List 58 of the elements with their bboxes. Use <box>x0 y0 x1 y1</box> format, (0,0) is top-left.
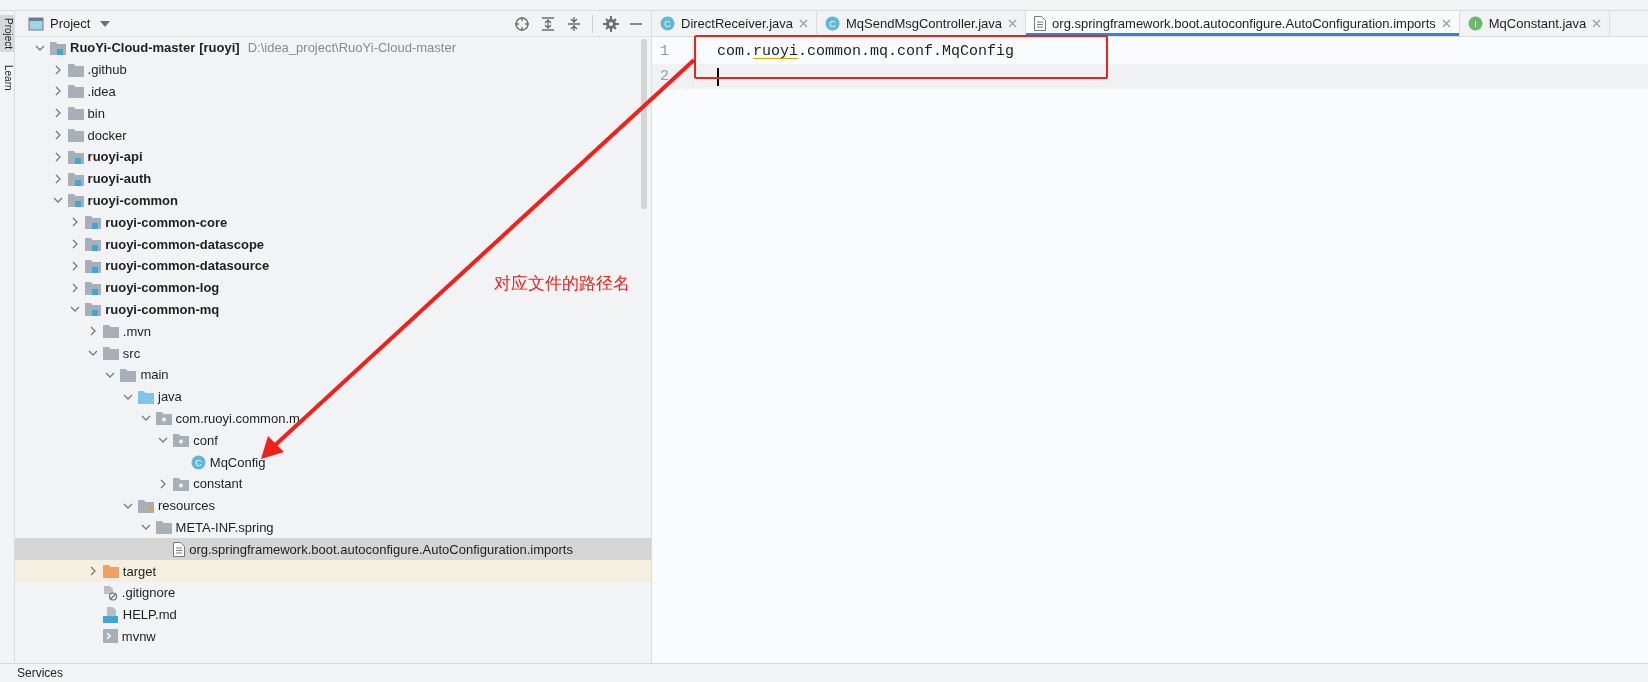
tree-item-label: mvnw <box>121 628 156 644</box>
tree-item[interactable]: target <box>15 560 651 582</box>
class-icon: C <box>190 454 206 470</box>
class-icon: I <box>1467 16 1483 31</box>
locate-icon[interactable] <box>514 15 530 32</box>
tree-item-label: ruoyi-auth <box>87 171 152 187</box>
line-number: 2 <box>652 64 693 89</box>
editor-tab[interactable]: C DirectReceiver.java <box>652 11 817 36</box>
tree-item-label: MqConfig <box>209 454 266 470</box>
tree-item-label: com.ruoyi.common.m <box>175 410 300 426</box>
class-icon: C <box>825 16 840 31</box>
tree-item-label: ruoyi-common-core <box>105 214 228 230</box>
close-icon[interactable] <box>1441 19 1451 28</box>
editor-tab[interactable]: org.springframework.boot.autoconfigure.AutoConfiguration.imports <box>1026 11 1460 36</box>
tool-window-tab[interactable]: Learn <box>0 62 14 94</box>
tree-item-label: HELP.md <box>122 607 177 623</box>
project-path: D:\idea_project\RuoYi-Cloud-master <box>247 40 456 56</box>
expand-all-icon[interactable] <box>540 15 556 32</box>
tree-item-label: ruoyi-common-datascope <box>105 236 265 252</box>
tree-item-label: ruoyi-common-datasource <box>105 258 270 274</box>
tree-item-label: ruoyi-common-mq <box>105 301 220 317</box>
tree-item-label: META-INF.spring <box>175 519 274 535</box>
tree-item-label: java <box>158 389 182 405</box>
tree-item-label: ruoyi-common <box>87 192 178 208</box>
tree-item-label: constant <box>193 476 243 492</box>
text-cursor <box>717 67 719 86</box>
panel-view-icon <box>28 16 44 31</box>
tree-item-label: target <box>122 563 157 579</box>
tree-item-label: .idea <box>87 84 116 99</box>
class-icon: C <box>660 16 675 31</box>
tree-item-label: .gitignore <box>121 585 176 601</box>
tree-item-label: .github <box>87 62 127 78</box>
tree-item-label: .mvn <box>122 323 151 339</box>
tree-item-label: resources <box>158 498 216 514</box>
close-icon[interactable] <box>1008 19 1018 28</box>
tree-item-label: ruoyi-common-log <box>105 280 220 296</box>
scrollbar-thumb[interactable] <box>641 39 647 209</box>
tree-item-label: org.springframework.boot.autoconfigure.AutoConfiguration.imports <box>189 541 573 557</box>
module-tag: [ruoyi] <box>199 40 240 56</box>
tree-item-label: RuoYi-Cloud-master <box>70 40 196 56</box>
tree-item[interactable]: org.springframework.boot.autoconfigure.AutoConfiguration.imports <box>15 538 651 561</box>
tree-item-label: ruoyi-api <box>87 149 143 165</box>
code-text: com.ruoyi.common.mq.conf.MqConfig <box>717 43 1015 60</box>
collapse-all-icon[interactable] <box>566 15 582 32</box>
tree-item-label: main <box>140 367 169 383</box>
tool-window-tab[interactable]: Project <box>0 15 14 53</box>
tree-item-label: bin <box>87 105 105 121</box>
close-icon[interactable] <box>799 19 808 28</box>
tree-item-label: docker <box>87 127 127 143</box>
annotation-text: 对应文件的路径名 <box>494 272 630 295</box>
tree-item-label: conf <box>193 432 218 448</box>
editor-tab[interactable]: I MqConstant.java <box>1459 11 1611 36</box>
settings-icon[interactable] <box>603 15 619 32</box>
caret-icon[interactable] <box>100 20 111 27</box>
close-icon[interactable] <box>1592 19 1602 28</box>
panel-title[interactable]: Project <box>50 16 91 31</box>
services-tab[interactable]: Services <box>17 666 63 680</box>
tree-item-label: src <box>122 345 141 361</box>
